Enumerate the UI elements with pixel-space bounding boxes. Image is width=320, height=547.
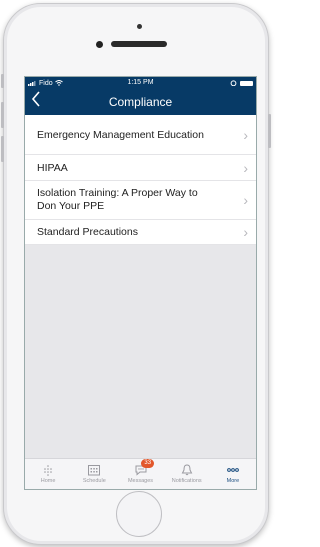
home-button[interactable] — [116, 491, 162, 537]
list-item[interactable]: HIPAA › — [25, 155, 256, 181]
tab-more[interactable]: More — [210, 459, 256, 489]
tab-notifications[interactable]: Notifications — [164, 459, 210, 489]
chevron-right-icon: › — [243, 126, 248, 143]
bell-icon — [181, 464, 193, 476]
volume-up-button — [1, 102, 4, 128]
tab-label: Notifications — [171, 478, 202, 484]
tab-bar: Home Schedule 33 Messages Notifications … — [25, 458, 256, 489]
tab-label: More — [226, 478, 240, 484]
tab-schedule[interactable]: Schedule — [71, 459, 117, 489]
list-item-label: Isolation Training: A Proper Way to Don … — [37, 187, 198, 212]
page-title: Compliance — [108, 95, 173, 109]
chevron-left-icon — [31, 91, 40, 107]
list-item[interactable]: Standard Precautions › — [25, 220, 256, 245]
chevron-right-icon: › — [243, 192, 248, 208]
tab-messages[interactable]: 33 Messages — [117, 459, 163, 489]
proximity-sensor — [137, 24, 142, 29]
tab-label: Schedule — [82, 478, 106, 484]
chevron-right-icon: › — [243, 159, 248, 176]
messages-badge: 33 — [141, 459, 155, 468]
compliance-list: Emergency Management Education › HIPAA ›… — [25, 115, 256, 245]
earpiece-speaker — [111, 41, 167, 47]
more-icon — [227, 468, 239, 472]
volume-down-button — [1, 136, 4, 162]
list-item-label: HIPAA — [37, 161, 68, 174]
tab-label: Messages — [127, 478, 154, 484]
front-camera — [96, 41, 103, 48]
home-icon — [44, 465, 52, 476]
app-screen: Fido 1:15 PM Compliance Emergency Manage… — [24, 76, 257, 490]
status-bar: Fido 1:15 PM — [25, 77, 256, 89]
status-time: 1:15 PM — [127, 79, 154, 86]
phone-frame: Fido 1:15 PM Compliance Emergency Manage… — [1, 3, 271, 545]
tab-label: Home — [40, 478, 56, 484]
calendar-icon — [88, 465, 101, 476]
list-item[interactable]: Emergency Management Education › — [25, 115, 256, 155]
chevron-right-icon: › — [243, 224, 248, 240]
tab-home[interactable]: Home — [25, 459, 71, 489]
power-button — [268, 114, 271, 148]
back-button[interactable] — [31, 91, 41, 111]
mute-switch — [1, 74, 4, 88]
list-item[interactable]: Isolation Training: A Proper Way to Don … — [25, 181, 256, 220]
nav-header: Compliance — [25, 89, 256, 115]
list-item-label: Standard Precautions — [37, 226, 138, 238]
list-item-label: Emergency Management Education — [37, 128, 204, 141]
